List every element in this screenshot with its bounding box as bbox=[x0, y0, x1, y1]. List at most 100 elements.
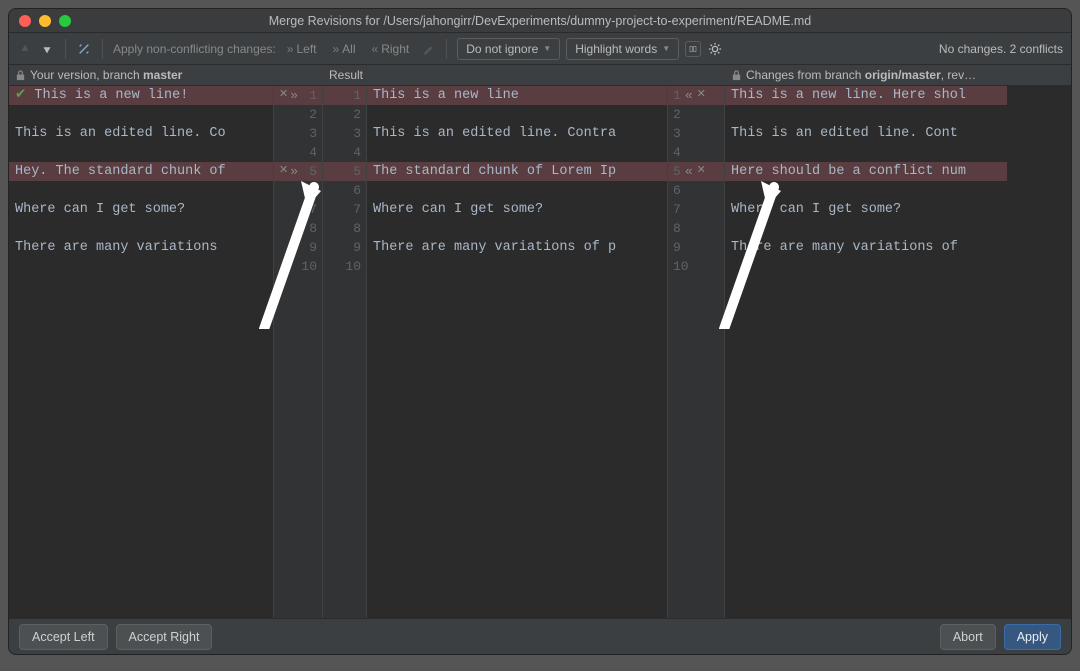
apply-left-button[interactable]: »Left bbox=[282, 40, 322, 58]
footer: Accept Left Accept Right Abort Apply bbox=[9, 618, 1071, 654]
gutter-line: 1 bbox=[323, 86, 366, 105]
accepted-icon: ✔ bbox=[15, 88, 26, 103]
gutter-line[interactable]: 5«✕ bbox=[668, 162, 724, 181]
center-pane[interactable]: This is a new line This is an edited line… bbox=[367, 86, 667, 619]
gutter-line: 2 bbox=[274, 105, 322, 124]
apply-right-button[interactable]: «Right bbox=[367, 40, 415, 58]
gutter-line: 9 bbox=[274, 238, 322, 257]
sync-scroll-icon[interactable] bbox=[685, 41, 701, 57]
reject-icon[interactable]: ✕ bbox=[697, 162, 706, 181]
right-pane[interactable]: This is a new line. Here shol This is an … bbox=[725, 86, 1007, 619]
gutter-line: 6 bbox=[668, 181, 724, 200]
code-line: Where can I get some? bbox=[9, 200, 273, 219]
gutter-line: 7 bbox=[323, 200, 366, 219]
accept-right-icon[interactable]: » bbox=[290, 162, 298, 181]
code-line: This is an edited line. Cont bbox=[725, 124, 1007, 143]
code-line bbox=[9, 105, 273, 124]
abort-button[interactable]: Abort bbox=[940, 624, 996, 650]
lock-icon bbox=[15, 70, 26, 81]
toolbar: Apply non-conflicting changes: »Left »Al… bbox=[9, 33, 1071, 65]
ignore-whitespace-dropdown[interactable]: Do not ignore▼ bbox=[457, 38, 560, 60]
right-gutter[interactable]: 1«✕2345«✕678910 bbox=[667, 86, 725, 619]
gutter-line[interactable]: ✕»5 bbox=[274, 162, 322, 181]
code-line: Where can I get some? bbox=[725, 200, 1007, 219]
gutter-line: 7 bbox=[274, 200, 322, 219]
code-line bbox=[367, 143, 667, 162]
code-line bbox=[9, 257, 273, 276]
conflict-status: No changes. 2 conflicts bbox=[939, 42, 1063, 56]
code-line bbox=[367, 257, 667, 276]
merge-area: ✔ This is a new line!This is an edited l… bbox=[9, 86, 1071, 619]
gutter-line: 9 bbox=[668, 238, 724, 257]
code-line bbox=[725, 105, 1007, 124]
right-panel-title: Changes from branch origin/master, rev… bbox=[746, 68, 976, 82]
code-line bbox=[9, 219, 273, 238]
gutter-line: 6 bbox=[323, 181, 366, 200]
apply-button[interactable]: Apply bbox=[1004, 624, 1061, 650]
lock-icon bbox=[731, 70, 742, 81]
code-line bbox=[725, 181, 1007, 200]
code-line: This is a new line bbox=[367, 86, 667, 105]
code-line: There are many variations bbox=[9, 238, 273, 257]
gutter-line: 10 bbox=[274, 257, 322, 276]
accept-right-button[interactable]: Accept Right bbox=[116, 624, 213, 650]
accept-left-icon[interactable]: « bbox=[685, 162, 693, 181]
code-line bbox=[725, 143, 1007, 162]
highlight-mode-dropdown[interactable]: Highlight words▼ bbox=[566, 38, 679, 60]
gutter-line: 8 bbox=[274, 219, 322, 238]
magic-resolve-icon[interactable] bbox=[76, 41, 92, 57]
gutter-line: 2 bbox=[323, 105, 366, 124]
center-panel-title: Result bbox=[323, 65, 725, 85]
gutter-line: 10 bbox=[668, 257, 724, 276]
gutter-line: 9 bbox=[323, 238, 366, 257]
gutter-line: 3 bbox=[274, 124, 322, 143]
gutter-line: 6 bbox=[274, 181, 322, 200]
gear-icon[interactable] bbox=[707, 41, 723, 57]
accept-right-icon[interactable]: » bbox=[290, 86, 298, 105]
code-line bbox=[367, 105, 667, 124]
gutter-line[interactable]: ✕»1 bbox=[274, 86, 322, 105]
code-line: Where can I get some? bbox=[367, 200, 667, 219]
gutter-line: 7 bbox=[668, 200, 724, 219]
code-line bbox=[367, 181, 667, 200]
prev-diff-icon[interactable] bbox=[17, 41, 33, 57]
reject-icon[interactable]: ✕ bbox=[279, 86, 288, 105]
code-line: There are many variations of p bbox=[367, 238, 667, 257]
left-panel-title: Your version, branch master bbox=[30, 68, 182, 82]
window-title: Merge Revisions for /Users/jahongirr/Dev… bbox=[9, 14, 1071, 28]
gutter-line: 3 bbox=[668, 124, 724, 143]
code-line bbox=[367, 219, 667, 238]
left-gutter[interactable]: ✕»1234✕»5678910 bbox=[273, 86, 323, 619]
gutter-line: 5 bbox=[323, 162, 366, 181]
code-line: Hey. The standard chunk of bbox=[9, 162, 273, 181]
gutter-line: 4 bbox=[668, 143, 724, 162]
gutter-line[interactable]: 1«✕ bbox=[668, 86, 724, 105]
gutter-line: 8 bbox=[323, 219, 366, 238]
reject-icon[interactable]: ✕ bbox=[279, 162, 288, 181]
code-line: This is an edited line. Co bbox=[9, 124, 273, 143]
panel-headers: Your version, branch master Result Chang… bbox=[9, 65, 1071, 86]
apply-all-button[interactable]: »All bbox=[327, 40, 360, 58]
accept-left-button[interactable]: Accept Left bbox=[19, 624, 108, 650]
gutter-line: 4 bbox=[274, 143, 322, 162]
code-line bbox=[9, 143, 273, 162]
magic-wand-icon[interactable] bbox=[420, 41, 436, 57]
gutter-line: 2 bbox=[668, 105, 724, 124]
code-line: Here should be a conflict num bbox=[725, 162, 1007, 181]
gutter-line: 4 bbox=[323, 143, 366, 162]
gutter-line: 8 bbox=[668, 219, 724, 238]
next-diff-icon[interactable] bbox=[39, 41, 55, 57]
accept-left-icon[interactable]: « bbox=[685, 86, 693, 105]
center-gutter: 12345678910 bbox=[323, 86, 367, 619]
code-line: The standard chunk of Lorem Ip bbox=[367, 162, 667, 181]
titlebar: Merge Revisions for /Users/jahongirr/Dev… bbox=[9, 9, 1071, 33]
gutter-line: 3 bbox=[323, 124, 366, 143]
code-line bbox=[9, 181, 273, 200]
left-pane[interactable]: ✔ This is a new line!This is an edited l… bbox=[9, 86, 273, 619]
code-line bbox=[725, 257, 1007, 276]
code-line bbox=[725, 219, 1007, 238]
code-line: This is a new line. Here shol bbox=[725, 86, 1007, 105]
gutter-line: 10 bbox=[323, 257, 366, 276]
reject-icon[interactable]: ✕ bbox=[697, 86, 706, 105]
code-line: This is an edited line. Contra bbox=[367, 124, 667, 143]
